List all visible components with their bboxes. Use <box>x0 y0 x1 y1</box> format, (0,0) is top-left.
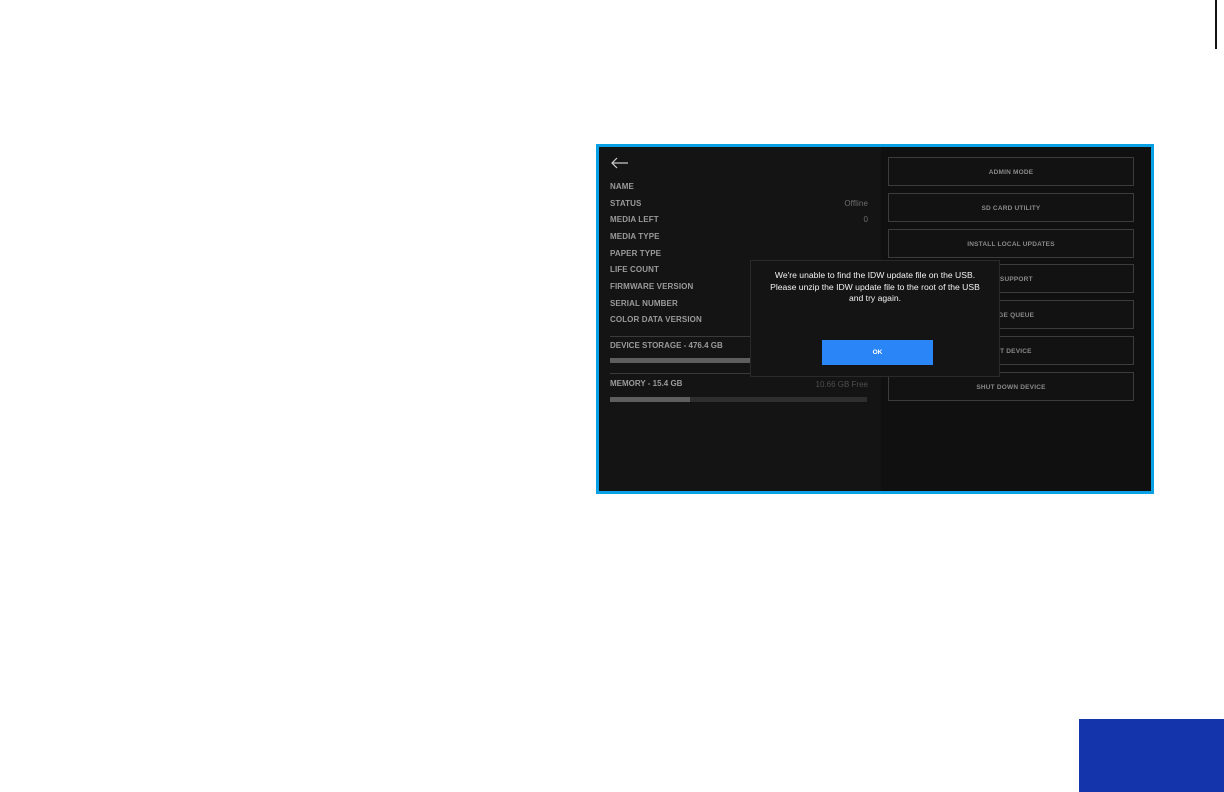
ok-button[interactable]: OK <box>822 340 933 365</box>
install-local-updates-button[interactable]: INSTALL LOCAL UPDATES <box>888 229 1134 258</box>
info-label: FIRMWARE VERSION <box>610 282 694 291</box>
info-label: MEDIA LEFT <box>610 215 659 224</box>
memory-label: MEMORY - 15.4 GB <box>610 379 683 388</box>
info-label: PAPER TYPE <box>610 249 662 258</box>
device-storage-label: DEVICE STORAGE - 476.4 GB <box>610 341 723 350</box>
info-label: LIFE COUNT <box>610 265 659 274</box>
status-value: Offline <box>844 199 868 208</box>
info-label: NAME <box>610 182 634 191</box>
info-label: STATUS <box>610 199 642 208</box>
corner-brand-block <box>1079 719 1224 792</box>
device-screen: NAME STATUS Offline MEDIA LEFT 0 MEDIA T… <box>596 144 1154 494</box>
back-arrow-icon[interactable] <box>610 154 630 172</box>
info-row-media-type: MEDIA TYPE <box>610 232 868 246</box>
memory-bar <box>610 397 867 402</box>
info-label: SERIAL NUMBER <box>610 299 678 308</box>
admin-mode-button[interactable]: ADMIN MODE <box>888 157 1134 186</box>
media-left-value: 0 <box>863 215 868 224</box>
info-label: MEDIA TYPE <box>610 232 660 241</box>
device-storage-bar-fill <box>610 358 752 363</box>
sd-card-utility-button[interactable]: SD CARD UTILITY <box>888 193 1134 222</box>
info-row-status: STATUS Offline <box>610 199 868 213</box>
dialog-message: We're unable to find the IDW update file… <box>770 270 980 303</box>
info-row-name: NAME <box>610 182 868 196</box>
memory-bar-fill <box>610 397 690 402</box>
page-edge-rule <box>1215 0 1217 49</box>
memory-free-text: 10.66 GB Free <box>815 380 868 389</box>
update-error-dialog: We're unable to find the IDW update file… <box>750 260 1000 377</box>
info-label: COLOR DATA VERSION <box>610 315 702 324</box>
info-row-media-left: MEDIA LEFT 0 <box>610 215 868 229</box>
